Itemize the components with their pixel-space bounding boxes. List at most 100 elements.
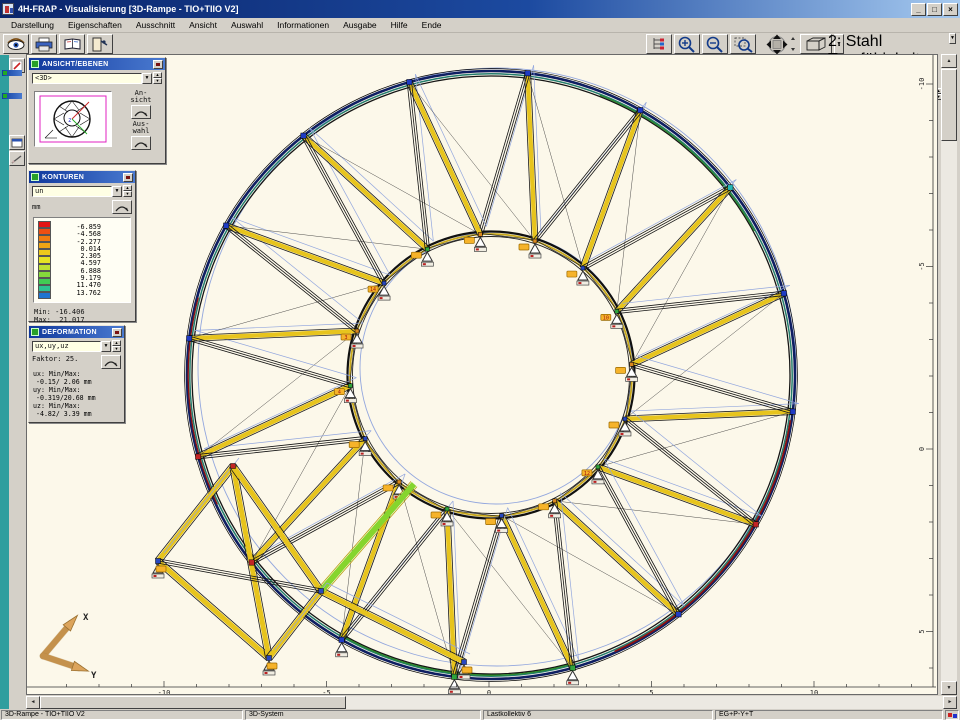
konturen-apply-button[interactable]	[112, 200, 132, 214]
menu-item-darstellung[interactable]: Darstellung	[4, 19, 61, 31]
deformation-panel-titlebar[interactable]: DEFORMATION	[29, 326, 124, 338]
vscroll-thumb[interactable]	[941, 69, 957, 141]
konturen-panel-close-button[interactable]	[123, 173, 133, 182]
help-book-button[interactable]	[59, 34, 85, 54]
menu-item-ausgabe[interactable]: Ausgabe	[336, 19, 384, 31]
kontur-spinner[interactable]: ▲ ▼	[123, 185, 132, 197]
eye-icon	[6, 37, 26, 51]
window-tool-button[interactable]	[9, 135, 25, 150]
close-button[interactable]: ×	[943, 3, 958, 16]
window-icon	[11, 138, 23, 148]
zoom-window-button[interactable]	[730, 34, 756, 54]
scale-swatch	[38, 278, 51, 285]
pan-pad[interactable]	[758, 34, 798, 55]
hscroll-thumb[interactable]	[40, 696, 346, 709]
svg-text:-10: -10	[918, 78, 926, 91]
view-preview: z	[34, 91, 112, 147]
faktor-label: Faktor: 25.	[32, 355, 78, 363]
deformation-dropdown-arrow[interactable]: ▼	[101, 341, 111, 352]
menu-bar: DarstellungEigenschaftenAusschnittAnsich…	[0, 18, 960, 33]
scale-swatch	[38, 271, 51, 278]
kontur-spin-down[interactable]: ▼	[123, 191, 132, 197]
view-spinner[interactable]: ▲ ▼	[153, 72, 162, 84]
status-lastkollektiv: Lastkollektiv 6	[483, 710, 713, 720]
view-spin-down[interactable]: ▼	[153, 78, 162, 84]
menu-item-ende[interactable]: Ende	[415, 19, 449, 31]
zoom-out-button[interactable]	[702, 34, 728, 54]
ansicht-panel-title: ANSICHT/EBENEN	[42, 61, 153, 68]
konturen-panel-title: KONTUREN	[42, 174, 123, 181]
svg-text:-10: -10	[158, 689, 171, 694]
ansicht-panel-close-button[interactable]	[153, 60, 163, 69]
auswahl-label: Aus-wahl	[119, 121, 163, 135]
menu-item-informationen[interactable]: Informationen	[270, 19, 336, 31]
menu-item-eigenschaften[interactable]: Eigenschaften	[61, 19, 129, 31]
desktop-strip	[0, 55, 9, 709]
exit-door-icon	[91, 37, 109, 52]
collapsed-panel-fragment[interactable]	[2, 93, 22, 99]
deformation-combobox-value: ux,uy,uz	[32, 341, 101, 352]
draw-tool-button[interactable]	[9, 151, 25, 166]
deformation-panel-title: DEFORMATION	[42, 329, 112, 336]
zoom-in-icon	[677, 36, 697, 53]
deformation-row-label: ux: Min/Max:	[29, 370, 124, 378]
unit-label: mm	[32, 203, 40, 211]
vertical-scrollbar[interactable]: ▲ ▼	[941, 54, 957, 695]
deformation-apply-button[interactable]	[101, 355, 121, 369]
deformation-spin-down[interactable]: ▼	[112, 346, 121, 352]
konturen-panel-titlebar[interactable]: KONTUREN	[29, 171, 135, 183]
menu-item-hilfe[interactable]: Hilfe	[384, 19, 415, 31]
menu-item-auswahl[interactable]: Auswahl	[224, 19, 270, 31]
zoom-in-button[interactable]	[674, 34, 700, 54]
view-combobox-value: <3D>	[32, 73, 142, 84]
minimize-button[interactable]: _	[911, 3, 926, 16]
deformation-combobox[interactable]: ux,uy,uz ▼	[32, 341, 111, 352]
print-button[interactable]	[31, 34, 57, 54]
panel-icon	[31, 60, 39, 68]
svg-text:3: 3	[345, 335, 348, 341]
status-system: 3D-System	[245, 710, 481, 720]
view-preview-thumbnail: z	[35, 92, 111, 146]
ansicht-label: An-sicht	[119, 90, 163, 104]
kontur-combobox[interactable]: un ▼	[32, 186, 122, 197]
view-combobox[interactable]: <3D> ▼	[32, 73, 152, 84]
deformation-panel-close-button[interactable]	[112, 328, 122, 337]
tree-structure-button[interactable]	[646, 34, 672, 54]
deformation-spinner[interactable]: ▲ ▼	[112, 340, 121, 352]
pen-tool-icon	[11, 154, 23, 164]
menu-item-ausschnitt[interactable]: Ausschnitt	[129, 19, 182, 31]
deformation-row-label: uz: Min/Max:	[29, 402, 124, 410]
maximize-button[interactable]: □	[927, 3, 942, 16]
menu-item-ansicht[interactable]: Ansicht	[182, 19, 224, 31]
collapsed-panel-fragment[interactable]	[2, 70, 22, 76]
scale-swatch	[38, 292, 51, 299]
deformation-row-value: -0.15/ 2.06 mm	[29, 378, 124, 386]
horizontal-scrollbar[interactable]: ◄ ►	[26, 696, 957, 709]
svg-text:10: 10	[810, 689, 818, 694]
kontur-dropdown-arrow[interactable]: ▼	[112, 186, 122, 197]
exit-button[interactable]	[87, 34, 113, 54]
app-icon	[2, 3, 14, 15]
scroll-left-button[interactable]: ◄	[26, 696, 40, 709]
title-bar: 4H-FRAP - Visualisierung [3D-Rampe - TIO…	[0, 0, 960, 18]
scale-value: 13.762	[59, 290, 101, 297]
scroll-up-button[interactable]: ▲	[941, 54, 957, 68]
view-settings-button[interactable]	[3, 34, 29, 54]
deformation-row-value: -4.82/ 3.39 mm	[29, 410, 124, 418]
svg-text:z: z	[68, 117, 72, 124]
color-scale: -6.859-4.568-2.2770.0142.3054.5976.8889.…	[33, 217, 131, 303]
status-icon	[945, 710, 959, 720]
arc-arrow-icon	[104, 358, 118, 367]
konturen-panel: KONTUREN un ▼ ▲ ▼ mm -6.859-4.568-2.2770…	[28, 170, 136, 322]
scale-min: Min: -16.406	[34, 308, 130, 316]
scale-swatch	[38, 249, 51, 256]
ansicht-apply-button[interactable]	[131, 105, 151, 119]
auswahl-button[interactable]	[131, 136, 151, 150]
view-dropdown-arrow[interactable]: ▼	[142, 73, 152, 84]
scroll-down-button[interactable]: ▼	[941, 681, 957, 695]
ansicht-panel-titlebar[interactable]: ANSICHT/EBENEN	[29, 58, 165, 70]
nachweis-dropdown-arrow[interactable]: ▼	[949, 33, 956, 44]
arc-arrow-icon	[134, 139, 148, 148]
scroll-right-button[interactable]: ►	[943, 696, 957, 709]
svg-text:10: 10	[603, 315, 609, 321]
